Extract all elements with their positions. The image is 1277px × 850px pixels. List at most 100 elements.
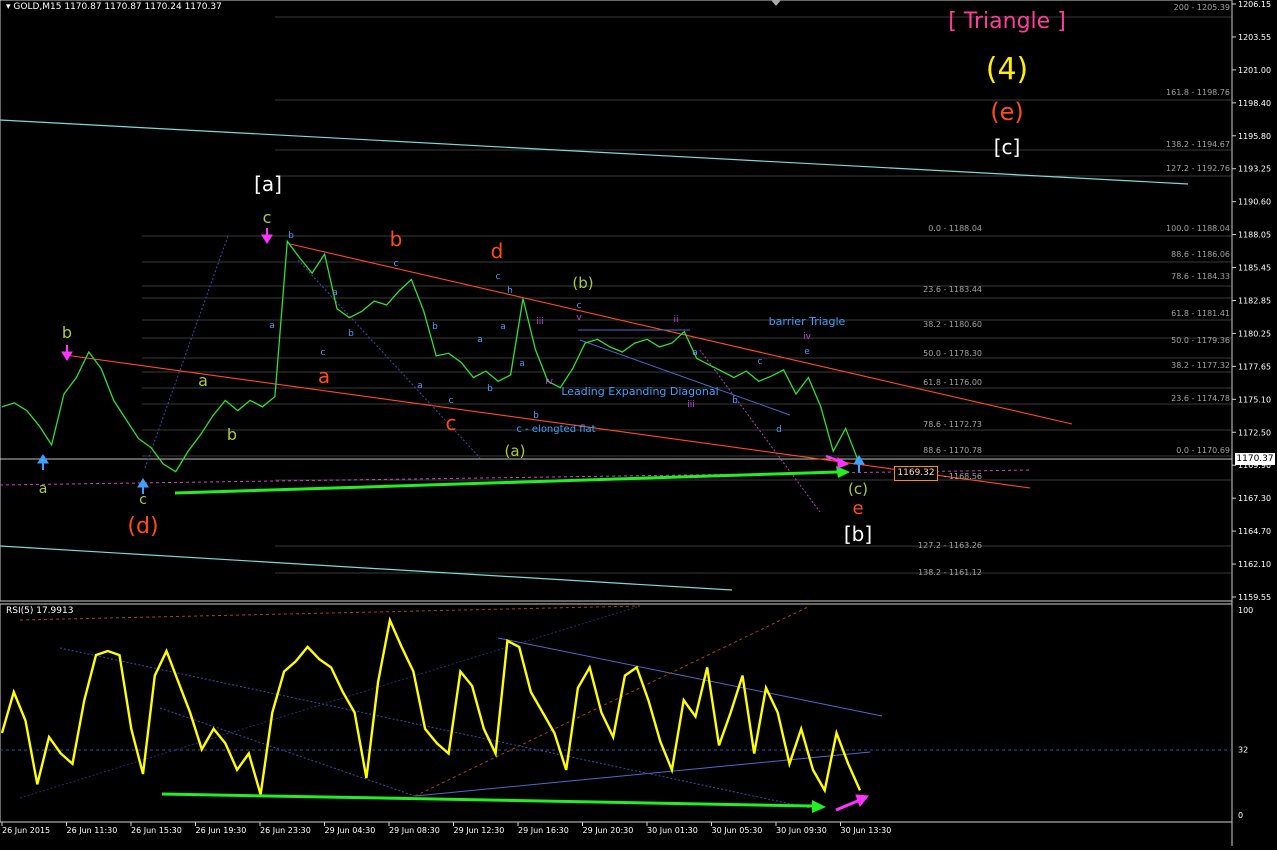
price-tick-label: 1206.15 [1238, 0, 1271, 9]
price-tick-label: 1193.25 [1238, 165, 1271, 174]
price-panel-frame [0, 0, 1233, 602]
channel-lower-line [0, 545, 733, 591]
symbol-header: ▾ GOLD,M15 1170.87 1170.87 1170.24 1170.… [6, 2, 222, 12]
svg-text:a: a [198, 371, 208, 390]
trendlines [64, 243, 1073, 489]
svg-text:a: a [692, 348, 698, 358]
fib-label: 200 - 1205.39 [1174, 3, 1230, 12]
svg-text:iv: iv [803, 332, 812, 342]
time-tick-label: 29 Jun 04:30 [325, 826, 376, 835]
time-tick-label: 29 Jun 20:30 [583, 826, 634, 835]
svg-text:b: b [62, 323, 72, 342]
label-a-paren: (a) [505, 442, 526, 460]
time-tick-label: 29 Jun 16:30 [518, 826, 569, 835]
price-tick-label: 1198.40 [1238, 99, 1271, 108]
label-triangle: [ Triangle ] [948, 9, 1066, 34]
price-tick-label: 1162.10 [1238, 560, 1271, 569]
svg-text:c: c [321, 348, 326, 358]
fib-label: - 1168.56 [943, 472, 982, 481]
svg-text:b: b [288, 231, 294, 241]
svg-text:d: d [491, 239, 504, 263]
svg-text:c: c [139, 492, 147, 508]
rsi-trendlines [19, 605, 883, 809]
dropdown-arrow-icon[interactable]: ▾ [6, 2, 11, 12]
time-tick-label: 29 Jun 12:30 [454, 826, 505, 835]
svg-text:a: a [318, 364, 330, 388]
fib-label: 50.0 - 1179.36 [1171, 336, 1230, 345]
time-tick-label: 30 Jun 05:30 [712, 826, 763, 835]
svg-text:e: e [852, 498, 863, 519]
label-e-paren: (e) [990, 98, 1024, 126]
time-tick-label: 29 Jun 08:30 [389, 826, 440, 835]
label-c-paren: (c) [848, 480, 868, 498]
price-tick-label: 1182.85 [1238, 297, 1271, 306]
fib-label: 78.6 - 1172.73 [923, 420, 982, 429]
svg-text:iii: iii [536, 317, 544, 327]
svg-text:a: a [500, 322, 506, 332]
time-tick-label: 30 Jun 13:30 [841, 826, 892, 835]
fib-label: 161.8 - 1198.76 [1166, 88, 1230, 97]
svg-text:a: a [39, 481, 48, 497]
fib-label: 38.2 - 1180.60 [923, 320, 982, 329]
fib-label: 138.2 - 1194.67 [1166, 140, 1230, 149]
fib-labels-mid: 0.0 - 1188.04 23.6 - 1183.44 38.2 - 1180.6… [918, 224, 982, 577]
price-tick-label: 1180.25 [1238, 329, 1271, 338]
symbol-line: GOLD,M15 1170.87 1170.87 1170.24 1170.37 [13, 2, 222, 12]
svg-text:b: b [732, 396, 738, 406]
price-tick-label: 1195.80 [1238, 132, 1271, 141]
rsi-tick-label: 0 [1238, 811, 1243, 820]
svg-text:b: b [487, 384, 493, 394]
price-box-label: 1169.32 [894, 466, 938, 481]
fib-label: 88.6 - 1186.06 [1171, 250, 1230, 259]
price-tick-label: 1159.55 [1238, 593, 1271, 602]
time-tick-label: 26 Jun 23:30 [260, 826, 311, 835]
svg-text:c: c [496, 272, 501, 282]
svg-text:a: a [332, 288, 338, 298]
svg-text:a: a [417, 381, 423, 391]
blue-arrow-up-3 [853, 455, 865, 472]
price-tick-label: 1175.10 [1238, 395, 1271, 404]
svg-text:ii: ii [673, 315, 678, 325]
svg-text:c: c [394, 259, 399, 269]
fib-label: 61.8 - 1181.41 [1171, 309, 1230, 318]
price-tick-label: 1203.55 [1238, 33, 1271, 42]
label-b-paren: (b) [572, 274, 593, 292]
svg-text:a: a [269, 321, 275, 331]
time-tick-label: 26 Jun 15:30 [131, 826, 182, 835]
fib-label: 127.2 - 1163.26 [918, 541, 982, 550]
time-tick-label: 30 Jun 09:30 [776, 826, 827, 835]
time-axis-labels: 26 Jun 2015 26 Jun 11:30 26 Jun 15:30 26 Ju… [1, 822, 892, 835]
svg-text:b: b [227, 425, 237, 444]
svg-text:b: b [390, 227, 403, 251]
svg-text:c: c [263, 208, 272, 227]
time-tick-label: 26 Jun 2015 [2, 826, 50, 835]
svg-text:d: d [776, 425, 782, 435]
rsi-header: RSI(5) 17.9913 [6, 606, 74, 616]
green-arrow-rsi [161, 792, 826, 813]
fib-label: 23.6 - 1183.44 [923, 285, 982, 294]
svg-text:c: c [758, 357, 763, 367]
fib-label: 61.8 - 1176.00 [923, 378, 982, 387]
magenta-arrow-down-1 [61, 345, 73, 361]
rsi-tick-label: 100 [1238, 606, 1253, 615]
fib-label: 100.0 - 1188.04 [1166, 224, 1230, 233]
svg-text:h: h [507, 286, 513, 296]
svg-text:iv: iv [545, 377, 554, 387]
chart-svg: 200 - 1205.39 161.8 - 1198.76 138.2 - 1194… [0, 0, 1271, 846]
top-center-marker [771, 0, 781, 6]
rsi-series-line [0, 616, 862, 795]
label-four: (4) [986, 52, 1029, 87]
svg-text:c: c [449, 396, 454, 406]
price-tick-label: 1201.00 [1238, 66, 1271, 75]
price-tick-label: 1172.50 [1238, 428, 1271, 437]
chart-stage: 200 - 1205.39 161.8 - 1198.76 138.2 - 1194… [0, 0, 1277, 846]
diagonal-lines [578, 329, 791, 416]
current-price-tag: 1170.37 [1235, 453, 1275, 465]
label-a-bracket: [a] [254, 172, 282, 196]
fib-label: 88.6 - 1170.78 [923, 446, 982, 455]
fib-label: 0.0 - 1170.69 [1176, 446, 1230, 455]
fib-label: 38.2 - 1177.32 [1171, 361, 1230, 370]
dotted-lines [144, 235, 821, 513]
rsi-panel-frame [0, 603, 1233, 823]
price-tick-label: 1164.70 [1238, 527, 1271, 536]
